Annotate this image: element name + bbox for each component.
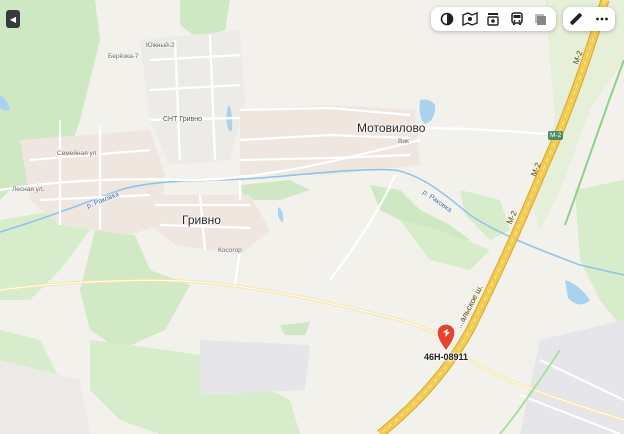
place-label-berezka: Берёзка-7 (108, 53, 139, 60)
settlement-area (240, 105, 420, 175)
layer-toggle-button[interactable] (531, 10, 549, 28)
ruler-button[interactable] (567, 10, 585, 28)
panorama-icon (462, 12, 478, 26)
industrial-area (200, 340, 310, 395)
map-pin-marker[interactable] (436, 323, 456, 353)
place-label-motovilovo: Мотовилово (357, 121, 426, 135)
marker-label: 46Н-08911 (424, 352, 469, 362)
collapse-panel-button[interactable]: ◀ (6, 10, 20, 28)
traffic-camera-icon (487, 13, 500, 26)
more-button[interactable] (593, 10, 611, 28)
place-label-vik: Вик (398, 138, 409, 145)
street-label-semeynaya: Семейная ул. (57, 150, 99, 157)
layers-button[interactable] (438, 10, 456, 28)
map-base-layer (0, 0, 624, 434)
layers-icon (440, 12, 453, 26)
place-label-snt-grivno: СНТ Гривно (163, 116, 203, 123)
more-icon (596, 17, 608, 21)
layer-toggle-icon (535, 14, 547, 25)
map-tools-toolbar (563, 7, 615, 31)
panorama-button[interactable] (461, 10, 479, 28)
map-layers-toolbar (431, 7, 556, 31)
place-label-kosogor: Косогор (218, 247, 242, 254)
road-shield-m2: М-2 (548, 131, 564, 140)
place-label-grivno: Гривно (182, 213, 221, 227)
place-label-yuzhny: Южный-2 (146, 42, 175, 49)
map-canvas[interactable]: Мотовилово Гривно СНТ Гривно Берёзка-7 Ю… (0, 0, 624, 434)
traffic-camera-button[interactable] (484, 10, 502, 28)
chevron-left-icon: ◀ (9, 14, 17, 24)
street-label-lesnaya: Лесная ул. (12, 186, 45, 193)
transport-icon (511, 12, 523, 25)
transport-button[interactable] (508, 10, 526, 28)
ruler-icon (570, 13, 582, 25)
